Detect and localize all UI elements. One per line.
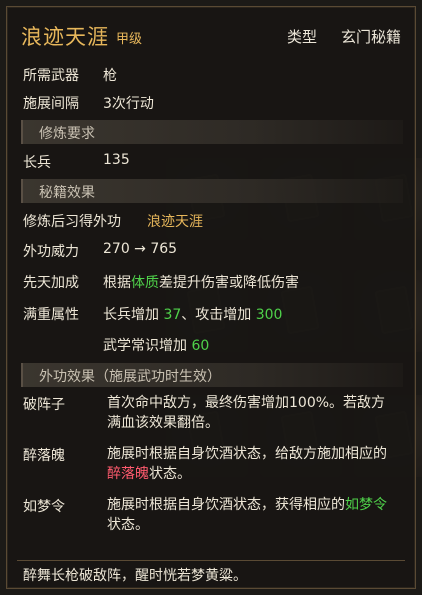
skill-tooltip-panel: 浪迹天涯 甲级 类型 玄门秘籍 所需武器 枪 施展间隔 3次行动 修炼要求 长兵… <box>6 6 416 589</box>
section-requirements-title: 修炼要求 <box>39 126 95 142</box>
tooltip-header: 浪迹天涯 甲级 类型 玄门秘籍 <box>21 21 401 55</box>
skill-grade: 甲级 <box>116 32 143 47</box>
effect-desc-1: 首次命中敌方，最终伤害增加100%。若敌方 满血该效果翻倍。 <box>107 393 401 433</box>
weapon-row: 所需武器 枪 <box>23 65 401 89</box>
weapon-label: 所需武器 <box>23 68 79 84</box>
section-effects-title: 秘籍效果 <box>39 185 95 201</box>
full-bonus-value: 37 <box>163 307 182 323</box>
skill-title: 浪迹天涯 <box>21 25 109 49</box>
innate-post: 差提升伤害或降低伤害 <box>159 275 299 291</box>
section-effects: 秘籍效果 <box>21 179 403 203</box>
requirement-label: 长兵 <box>23 155 51 171</box>
footer-divider <box>17 560 405 561</box>
learn-row: 修炼后习得外功 浪迹天涯 <box>23 211 401 235</box>
effect-text: 状态。 <box>149 466 191 482</box>
learn-label: 修炼后习得外功 <box>23 214 121 230</box>
full-bonus-text: 武学常识增加 <box>103 338 192 354</box>
effect-desc-line: 施展时根据自身饮酒状态，给敌方施加相应的 <box>107 446 387 462</box>
effect-text: 施展时根据自身饮酒状态，获得相应的 <box>107 497 345 513</box>
effect-desc-line: 首次命中敌方，最终伤害增加100%。若敌方 <box>107 395 386 411</box>
full-bonus-row-2: 武学常识增加 60 <box>23 335 401 359</box>
effect-name: 破阵子 <box>23 397 65 413</box>
flavor-text: 醉舞长枪破敌阵，醒时恍若梦黄粱。 <box>23 568 247 584</box>
weapon-value: 枪 <box>103 68 117 84</box>
learn-value: 浪迹天涯 <box>147 214 203 230</box>
full-bonus-value: 60 <box>191 338 210 354</box>
effect-highlight: 如梦令 <box>345 497 387 513</box>
effect-desc-2: 施展时根据自身饮酒状态，给敌方施加相应的 醉落魄状态。 <box>107 444 401 484</box>
full-bonus-text: 、攻击增加 <box>181 307 256 323</box>
type-label: 类型 <box>286 28 317 46</box>
interval-row: 施展间隔 3次行动 <box>23 93 401 117</box>
effect-highlight: 醉落魄 <box>107 466 149 482</box>
section-requirements: 修炼要求 <box>21 120 403 144</box>
section-skill-effects: 外功效果（施展武功时生效） <box>21 363 403 387</box>
full-bonus-row: 满重属性 长兵增加 37、攻击增加 300 <box>23 304 401 328</box>
innate-highlight: 体质 <box>131 275 159 291</box>
full-bonus-text: 长兵增加 <box>103 307 164 323</box>
requirement-row: 长兵 135 <box>23 152 401 176</box>
section-skill-effects-title: 外功效果（施展武功时生效） <box>39 369 221 385</box>
effect-desc-line: 满血该效果翻倍。 <box>107 415 219 431</box>
effect-desc-line: 施展时根据自身饮酒状态，获得相应的如梦令 <box>107 495 401 515</box>
full-bonus-line2: 武学常识增加 60 <box>103 335 209 355</box>
power-label: 外功威力 <box>23 244 79 260</box>
innate-label: 先天加成 <box>23 275 79 291</box>
full-bonus-value: 300 <box>255 307 283 323</box>
type-value: 玄门秘籍 <box>340 28 401 46</box>
full-bonus-line1: 长兵增加 37、攻击增加 300 <box>103 304 282 324</box>
effect-desc-line: 醉落魄状态。 <box>107 464 401 484</box>
effect-desc-3: 施展时根据自身饮酒状态，获得相应的如梦令 状态。 <box>107 495 401 535</box>
effect-name: 如梦令 <box>23 499 65 515</box>
innate-value: 根据体质差提升伤害或降低伤害 <box>103 272 299 292</box>
interval-value: 3次行动 <box>103 96 154 112</box>
power-value: 270 → 765 <box>103 241 178 257</box>
interval-label: 施展间隔 <box>23 96 79 112</box>
full-bonus-label: 满重属性 <box>23 307 79 323</box>
requirement-value: 135 <box>103 152 130 168</box>
innate-row: 先天加成 根据体质差提升伤害或降低伤害 <box>23 272 401 296</box>
power-row: 外功威力 270 → 765 <box>23 241 401 265</box>
effect-desc-line: 状态。 <box>107 517 149 533</box>
effect-name: 醉落魄 <box>23 448 65 464</box>
innate-pre: 根据 <box>103 275 131 291</box>
